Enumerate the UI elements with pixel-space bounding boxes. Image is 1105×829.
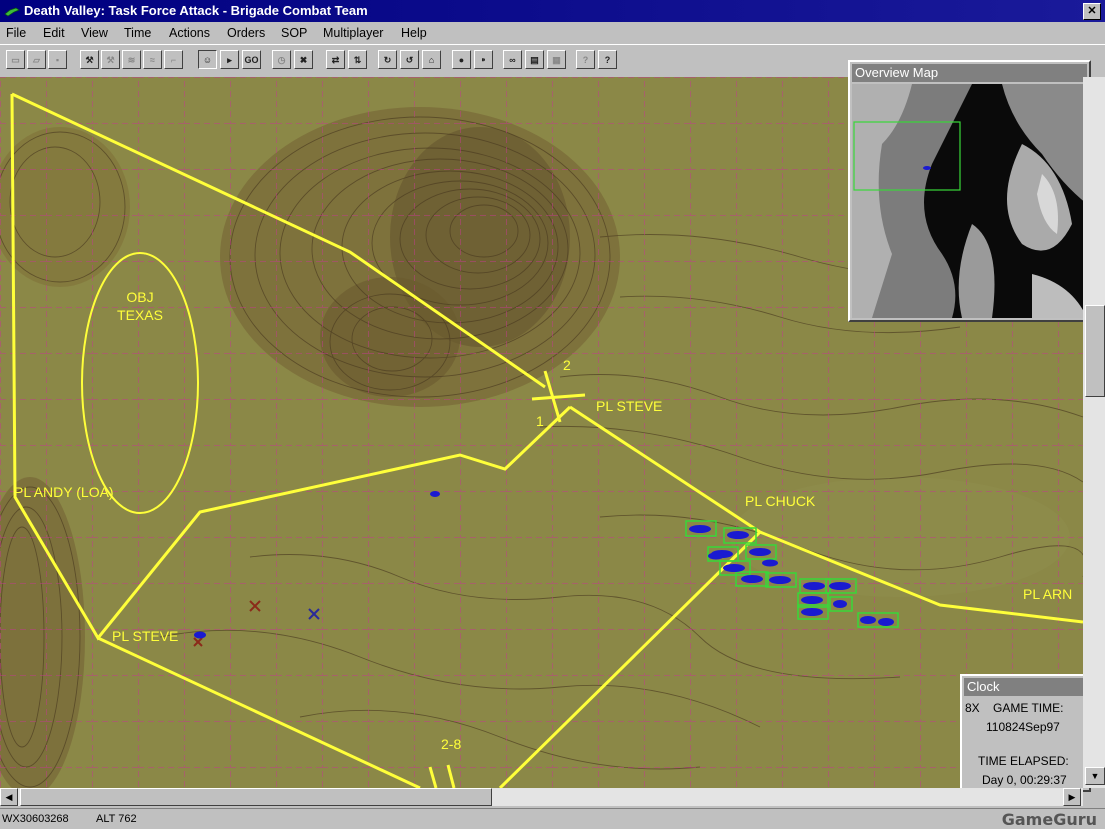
scroll-right-icon[interactable]: ▶ bbox=[1063, 788, 1081, 806]
menu-file[interactable]: File bbox=[6, 26, 26, 40]
route-icon[interactable]: ⌂ bbox=[422, 50, 441, 69]
horizontal-scroll-thumb[interactable] bbox=[20, 788, 492, 806]
phase-line-label: PL ARN bbox=[1023, 586, 1072, 602]
watermark-logo: GameGuru bbox=[1001, 810, 1097, 829]
save-icon[interactable]: ▪ bbox=[48, 50, 67, 69]
menu-orders[interactable]: Orders bbox=[227, 26, 265, 40]
order-icon[interactable]: ⇅ bbox=[348, 50, 367, 69]
altitude-readout: ALT 762 bbox=[96, 813, 137, 825]
tool-icon[interactable]: ⚒ bbox=[80, 50, 99, 69]
menu-time[interactable]: Time bbox=[124, 26, 151, 40]
boundary-label: 2-8 bbox=[441, 736, 461, 752]
time-elapsed-value: Day 0, 00:29:37 bbox=[982, 773, 1067, 787]
time-speed[interactable]: 8X bbox=[965, 701, 980, 715]
order-icon[interactable]: ⇄ bbox=[326, 50, 345, 69]
boundary-label: 2 bbox=[563, 357, 571, 373]
tool-icon[interactable]: ⚒ bbox=[101, 50, 120, 69]
overview-map-panel: Overview Map bbox=[848, 60, 1091, 322]
clock-title: Clock bbox=[964, 678, 1087, 696]
route-icon[interactable]: ↻ bbox=[378, 50, 397, 69]
menu-edit[interactable]: Edit bbox=[43, 26, 65, 40]
help-button[interactable]: ? bbox=[576, 50, 595, 69]
phase-line-label: PL ANDY (LOA) bbox=[14, 484, 114, 500]
open-icon[interactable]: ▱ bbox=[27, 50, 46, 69]
report-icon[interactable]: ▦ bbox=[547, 50, 566, 69]
title-bar: Death Valley: Task Force Attack - Brigad… bbox=[0, 0, 1105, 22]
vertical-scroll-thumb[interactable] bbox=[1085, 305, 1105, 397]
status-bar: WX30603268 ALT 762 bbox=[0, 808, 1105, 829]
binoculars-icon[interactable]: ∞ bbox=[503, 50, 522, 69]
friendly-unit-icon bbox=[194, 631, 206, 639]
report-icon[interactable]: ▤ bbox=[525, 50, 544, 69]
phase-line-label: PL STEVE bbox=[112, 628, 178, 644]
objective-label: TEXAS bbox=[117, 307, 163, 323]
overview-map[interactable] bbox=[852, 84, 1087, 318]
window-title: Death Valley: Task Force Attack - Brigad… bbox=[24, 3, 368, 18]
scroll-down-icon[interactable]: ▼ bbox=[1085, 767, 1105, 785]
scroll-left-icon[interactable]: ◀ bbox=[0, 788, 18, 806]
menu-actions[interactable]: Actions bbox=[169, 26, 210, 40]
vertical-scrollbar[interactable]: ▼ bbox=[1083, 77, 1105, 788]
context-help-button[interactable]: ? bbox=[598, 50, 617, 69]
phase-line-label: PL STEVE bbox=[596, 398, 662, 414]
clock-icon[interactable]: ◷ bbox=[272, 50, 291, 69]
unit-icon[interactable]: ☺ bbox=[198, 50, 217, 69]
game-time-value: 110824Sep97 bbox=[986, 720, 1060, 734]
overview-map-title: Overview Map bbox=[852, 64, 1087, 82]
tool-icon[interactable]: ⌐ bbox=[164, 50, 183, 69]
route-icon[interactable]: ↺ bbox=[400, 50, 419, 69]
menu-multiplayer[interactable]: Multiplayer bbox=[323, 26, 383, 40]
horizontal-scrollbar[interactable]: ◀ ▶ bbox=[0, 788, 1083, 806]
time-elapsed-label: TIME ELAPSED: bbox=[978, 754, 1069, 768]
menu-view[interactable]: View bbox=[81, 26, 108, 40]
new-icon[interactable]: ▭ bbox=[6, 50, 25, 69]
close-button[interactable]: ✕ bbox=[1083, 3, 1101, 20]
fire-icon[interactable]: ⁍ bbox=[474, 50, 493, 69]
stop-icon[interactable]: ● bbox=[452, 50, 471, 69]
pointer-icon[interactable]: ▸ bbox=[220, 50, 239, 69]
go-button[interactable]: GO bbox=[242, 50, 261, 69]
grid-reference: WX30603268 bbox=[2, 813, 69, 825]
friendly-unit-icon bbox=[430, 491, 440, 497]
cancel-icon[interactable]: ✖ bbox=[294, 50, 313, 69]
app-icon bbox=[4, 7, 20, 17]
tool-icon[interactable]: ≋ bbox=[122, 50, 141, 69]
menu-sop[interactable]: SOP bbox=[281, 26, 307, 40]
tool-icon[interactable]: ≈ bbox=[143, 50, 162, 69]
phase-line-label: PL CHUCK bbox=[745, 493, 816, 509]
clock-panel: Clock 8X GAME TIME: 110824Sep97 TIME ELA… bbox=[960, 674, 1091, 792]
boundary-label: 1 bbox=[536, 413, 544, 429]
menu-help[interactable]: Help bbox=[401, 26, 427, 40]
menu-bar: File Edit View Time Actions Orders SOP M… bbox=[0, 22, 1105, 44]
game-time-label: GAME TIME: bbox=[993, 701, 1064, 715]
objective-label: OBJ bbox=[126, 289, 153, 305]
